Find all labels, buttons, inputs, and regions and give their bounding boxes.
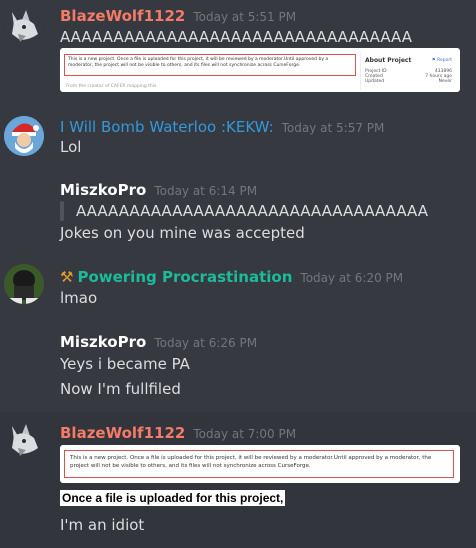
timestamp: Today at 6:20 PM <box>300 271 404 285</box>
avatar[interactable] <box>4 420 44 460</box>
about-title: About Project <box>365 57 412 64</box>
highlight-text: Once a file is uploaded for this project… <box>62 491 284 505</box>
notice-box: This is a new project. Once a file is up… <box>64 54 356 76</box>
username-text[interactable]: BlazeWolf1122 <box>60 7 185 25</box>
wolf-avatar-icon <box>4 420 44 460</box>
notice-text: This is a new project. Once a file is up… <box>70 455 432 469</box>
message-text: Yeys i became PA <box>60 355 190 373</box>
message-text: Jokes on you mine was accepted <box>60 224 305 242</box>
message-group: ⚒ Powering Procrastination Today at 6:20 P… <box>0 258 476 318</box>
field-row: Updated Never <box>365 79 452 84</box>
message-text: Lol <box>60 138 82 156</box>
message-group: MiszkoPro Today at 6:14 PM AAAAAAAAAAAAAA… <box>0 172 476 252</box>
timestamp: Today at 5:51 PM <box>193 10 297 24</box>
username[interactable]: MiszkoPro Today at 6:26 PM <box>60 333 257 351</box>
dark-figure-avatar-icon <box>4 264 44 304</box>
timestamp: Today at 6:14 PM <box>154 184 258 198</box>
attachment-image[interactable]: This is a new project. Once a file is up… <box>60 445 460 483</box>
message-text: AAAAAAAAAAAAAAAAAAAAAAAAAAAAAAAAA <box>60 28 412 46</box>
username[interactable]: ⚒ Powering Procrastination Today at 6:20 P… <box>60 268 403 286</box>
timestamp: Today at 5:57 PM <box>281 121 385 135</box>
blockquote-bar <box>60 201 64 221</box>
message-group: MiszkoPro Today at 6:26 PM Yeys i became … <box>0 324 476 408</box>
username-text[interactable]: BlazeWolf1122 <box>60 424 185 442</box>
quote-text: AAAAAAAAAAAAAAAAAAAAAAAAAAAAAAAAA <box>76 202 428 220</box>
notice-box: This is a new project. Once a file is up… <box>64 450 454 478</box>
report-label: Report <box>437 58 452 63</box>
message-text: Now I'm fullfiled <box>60 380 181 398</box>
flag-icon: ⚑ <box>431 58 436 63</box>
avatar[interactable] <box>4 6 44 46</box>
wolf-avatar-icon <box>4 6 44 46</box>
avatar[interactable] <box>4 116 44 156</box>
field-value: Never <box>438 79 452 84</box>
message-text: I'm an idiot <box>60 516 145 534</box>
highlight-image[interactable]: Once a file is uploaded for this project… <box>60 490 286 506</box>
field-label: Updated <box>365 79 385 84</box>
report-link: ⚑ Report <box>432 58 452 63</box>
username[interactable]: I Will Bomb Waterloo :KEKW: Today at 5:57… <box>60 118 384 136</box>
page-footer-text: From the creator of CAFER mapping this <box>66 84 157 89</box>
notice-text: This is a new project. Once a file is up… <box>68 57 329 68</box>
hammer-pick-icon: ⚒ <box>60 268 74 286</box>
username-text[interactable]: MiszkoPro <box>60 181 146 199</box>
message-text: lmao <box>60 289 98 307</box>
message-group: I Will Bomb Waterloo :KEKW: Today at 5:57… <box>0 110 476 170</box>
timestamp: Today at 7:00 PM <box>193 427 297 441</box>
username-text[interactable]: Powering Procrastination <box>77 268 292 286</box>
message-group: BlazeWolf1122 Today at 5:51 PM AAAAAAAAAA… <box>0 0 476 110</box>
message-group: BlazeWolf1122 Today at 7:00 PM This is a … <box>0 412 476 548</box>
avatar[interactable] <box>4 264 44 304</box>
santa-avatar-icon <box>4 116 44 156</box>
username-text[interactable]: MiszkoPro <box>60 333 146 351</box>
username[interactable]: MiszkoPro Today at 6:14 PM <box>60 181 257 199</box>
username[interactable]: BlazeWolf1122 Today at 5:51 PM <box>60 7 296 25</box>
username-text[interactable]: I Will Bomb Waterloo :KEKW: <box>60 118 274 136</box>
attachment-image[interactable]: This is a new project. Once a file is up… <box>60 48 460 92</box>
username[interactable]: BlazeWolf1122 Today at 7:00 PM <box>60 424 296 442</box>
about-panel: About Project ⚑ Report Project ID 433896… <box>360 54 456 90</box>
timestamp: Today at 6:26 PM <box>154 336 258 350</box>
